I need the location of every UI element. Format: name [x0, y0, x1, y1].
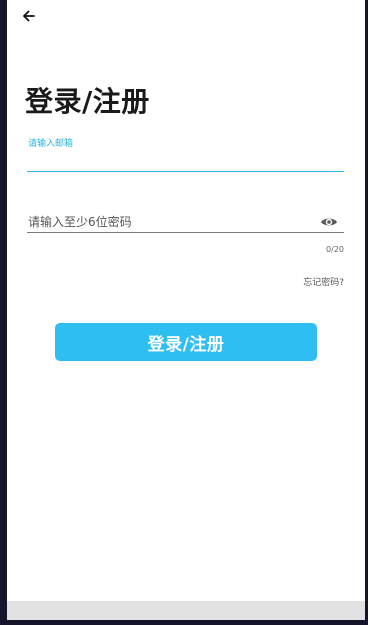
- page-title: 登录/注册: [25, 85, 150, 118]
- email-field-label: 请输入邮箱: [28, 139, 74, 149]
- bottom-navigation-bar: [7, 601, 365, 620]
- password-visibility-toggle[interactable]: [320, 214, 338, 228]
- password-field[interactable]: 请输入至少6位密码: [28, 213, 132, 230]
- back-button[interactable]: [19, 6, 39, 26]
- arrow-left-icon: [23, 10, 35, 22]
- email-field[interactable]: [27, 171, 344, 172]
- app-screen: 登录/注册 请输入邮箱 请输入至少6位密码 0/20 忘记密码? 登录/注册: [7, 0, 365, 620]
- login-register-button[interactable]: 登录/注册: [55, 323, 317, 361]
- forgot-password-link[interactable]: 忘记密码?: [303, 275, 344, 288]
- password-char-counter: 0/20: [326, 245, 344, 254]
- password-underline: [27, 232, 344, 233]
- eye-icon: [321, 218, 337, 226]
